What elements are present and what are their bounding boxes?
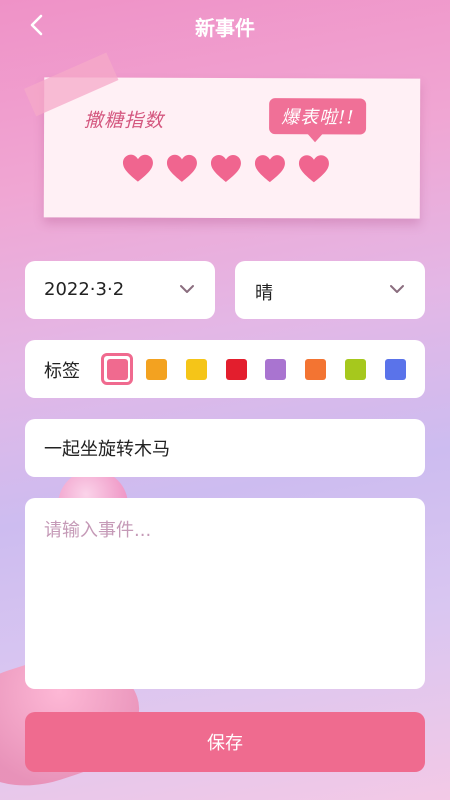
heart-icon[interactable] (210, 154, 242, 184)
header: 新事件 (0, 0, 450, 50)
tag-color-swatch[interactable] (305, 359, 326, 380)
page-title: 新事件 (195, 16, 255, 40)
event-title-card (25, 419, 425, 477)
date-value: 2022·3·2 (44, 279, 125, 300)
event-desc-card (25, 498, 425, 689)
weather-select[interactable]: 晴 (235, 261, 425, 319)
event-desc-input[interactable] (44, 516, 404, 666)
tags-label: 标签 (44, 361, 80, 382)
weather-value: 晴 (255, 283, 273, 304)
event-title-input[interactable] (44, 437, 404, 458)
tag-color-swatch[interactable] (265, 359, 286, 380)
sweetness-rating[interactable] (122, 154, 330, 185)
tag-color-swatch[interactable] (146, 359, 167, 380)
sweetness-card: 撒糖指数 爆表啦!! (23, 52, 421, 219)
date-select[interactable]: 2022·3·2 (25, 261, 215, 319)
tag-color-swatch[interactable] (345, 359, 366, 380)
heart-icon[interactable] (166, 154, 198, 184)
tag-color-swatch[interactable] (186, 359, 207, 380)
heart-icon[interactable] (254, 154, 286, 184)
sweetness-bubble: 爆表啦!! (269, 98, 367, 135)
chevron-down-icon (180, 285, 194, 293)
heart-icon[interactable] (122, 154, 154, 184)
tag-color-swatch[interactable] (226, 359, 247, 380)
sweetness-label: 撒糖指数 (84, 109, 165, 132)
tags-row: 标签 (25, 340, 425, 398)
save-button[interactable]: 保存 (25, 712, 425, 772)
tag-color-swatch[interactable] (107, 359, 128, 380)
heart-icon[interactable] (298, 154, 330, 184)
tag-color-swatch[interactable] (385, 359, 406, 380)
chevron-down-icon (390, 285, 404, 293)
